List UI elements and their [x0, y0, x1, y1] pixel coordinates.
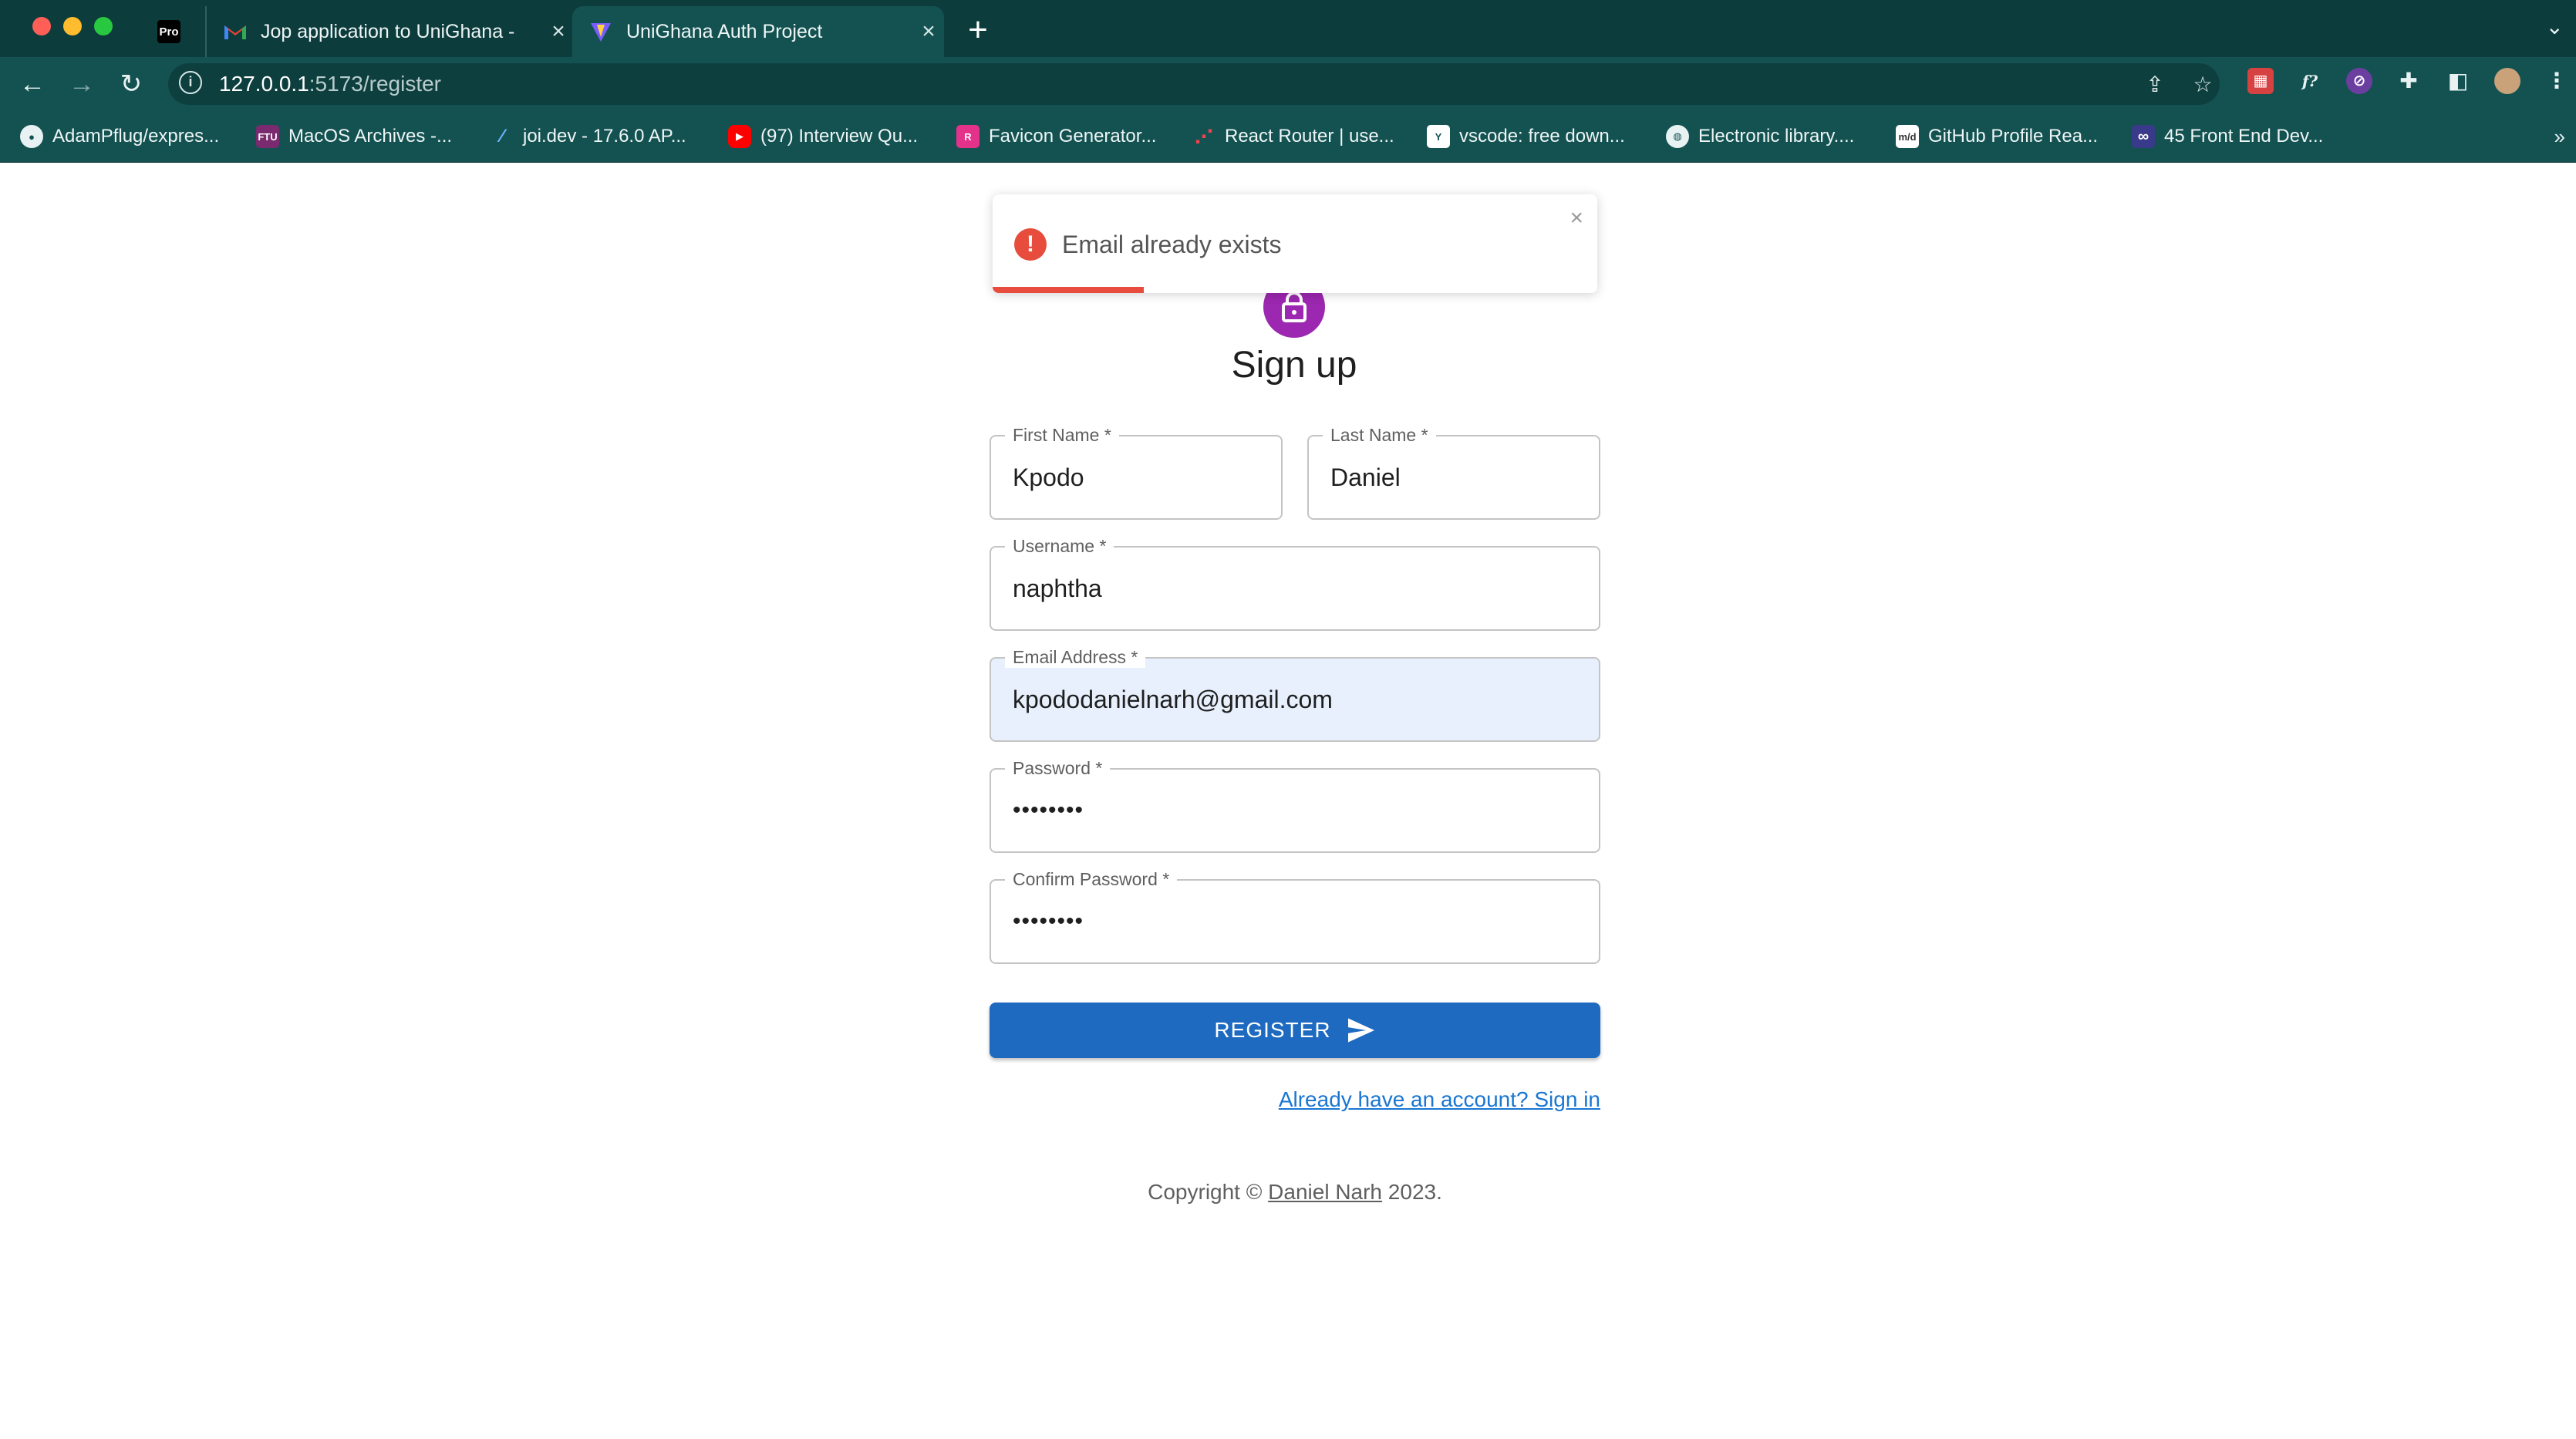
- window-close-button[interactable]: [32, 17, 51, 35]
- favicon-generator-icon: R: [956, 125, 979, 148]
- bookmark-item[interactable]: R Favicon Generator...: [956, 111, 1156, 162]
- side-panel-icon[interactable]: ◧: [2445, 68, 2471, 94]
- globe-icon: ◍: [1666, 125, 1689, 148]
- email-value: kpododanielnarh@gmail.com: [1013, 686, 1333, 713]
- register-button[interactable]: REGISTER: [990, 1003, 1600, 1058]
- forward-button[interactable]: →: [65, 67, 99, 101]
- error-toast[interactable]: ! Email already exists ×: [993, 194, 1597, 293]
- username-field[interactable]: Username * naphtha: [990, 535, 1600, 631]
- browser-tab-bar: Pro Jop application to UniGhana - × UniG…: [0, 0, 2576, 57]
- confirm-password-field[interactable]: Confirm Password * ••••••••: [990, 868, 1600, 964]
- reload-button[interactable]: ↻: [114, 67, 148, 101]
- last-name-field[interactable]: Last Name * Daniel: [1307, 424, 1600, 520]
- site-info-icon[interactable]: i: [179, 71, 202, 94]
- first-name-field[interactable]: First Name * Kpodo: [990, 424, 1283, 520]
- profile-avatar[interactable]: [2494, 68, 2520, 94]
- bookmark-item[interactable]: ∞ 45 Front End Dev...: [2132, 111, 2323, 162]
- bookmark-item[interactable]: m/d GitHub Profile Rea...: [1896, 111, 2098, 162]
- url-text: 127.0.0.1:5173/register: [219, 72, 441, 96]
- bookmark-item[interactable]: ⋰ React Router | use...: [1192, 111, 1394, 162]
- window-minimize-button[interactable]: [63, 17, 82, 35]
- register-button-label: REGISTER: [1214, 1018, 1331, 1042]
- last-name-value: Daniel: [1330, 463, 1401, 491]
- extension-red-icon[interactable]: ▦: [2247, 68, 2274, 94]
- toast-message: Email already exists: [1062, 231, 1282, 258]
- bookmark-item[interactable]: ● AdamPflug/expres...: [20, 111, 219, 162]
- extension-formula-icon[interactable]: f?: [2297, 68, 2323, 94]
- y-icon: Y: [1427, 125, 1450, 148]
- tab-title: Jop application to UniGhana -: [261, 20, 515, 42]
- signin-link[interactable]: Already have an account? Sign in: [1279, 1087, 1600, 1112]
- tab-gmail[interactable]: Jop application to UniGhana - ×: [205, 6, 574, 57]
- bookmark-item[interactable]: FTU MacOS Archives -...: [256, 111, 452, 162]
- page-title: Sign up: [1231, 345, 1357, 386]
- lock-icon: [1282, 292, 1307, 322]
- ftu-icon: FTU: [256, 125, 279, 148]
- extension-block-icon[interactable]: ⊘: [2346, 68, 2372, 94]
- bookmarks-overflow-icon[interactable]: »: [2554, 125, 2565, 149]
- markdown-icon: m/d: [1896, 125, 1919, 148]
- gmail-icon: [224, 20, 247, 43]
- extensions-puzzle-icon[interactable]: ✚: [2396, 68, 2422, 94]
- author-link[interactable]: Daniel Narh: [1268, 1180, 1382, 1204]
- confirm-password-value: ••••••••: [1013, 908, 1084, 934]
- vite-icon: [589, 20, 612, 43]
- browser-menu-icon[interactable]: ⋮: [2544, 68, 2570, 94]
- back-button[interactable]: ←: [15, 67, 49, 101]
- bookmark-star-icon[interactable]: ☆: [2190, 72, 2215, 97]
- address-bar[interactable]: i 127.0.0.1:5173/register ⇪ ☆: [168, 63, 2220, 105]
- youtube-icon: ▶: [728, 125, 751, 148]
- send-icon: [1347, 1018, 1374, 1043]
- pro-favicon-icon: Pro: [157, 20, 180, 43]
- bookmark-item[interactable]: ◍ Electronic library....: [1666, 111, 1854, 162]
- new-tab-button[interactable]: +: [963, 11, 993, 49]
- copyright-text: Copyright © Daniel Narh 2023.: [1148, 1180, 1442, 1204]
- toast-progress-bar: [993, 287, 1144, 293]
- joi-icon: ∕: [500, 126, 504, 147]
- password-value: ••••••••: [1013, 797, 1084, 823]
- tab-unighana[interactable]: UniGhana Auth Project ×: [572, 6, 944, 57]
- toast-close-icon[interactable]: ×: [1570, 205, 1583, 231]
- tab-title: UniGhana Auth Project: [626, 20, 823, 42]
- error-icon: !: [1014, 228, 1047, 261]
- browser-toolbar: ← → ↻ i 127.0.0.1:5173/register ⇪ ☆: [0, 57, 2576, 111]
- bookmarks-bar: ● AdamPflug/expres... FTU MacOS Archives…: [0, 111, 2576, 163]
- tab-pinned-pro[interactable]: Pro: [147, 6, 201, 57]
- bookmark-item[interactable]: Y vscode: free down...: [1427, 111, 1625, 162]
- share-icon[interactable]: ⇪: [2143, 72, 2167, 97]
- react-router-icon: ⋰: [1195, 126, 1213, 147]
- github-icon: ●: [20, 125, 43, 148]
- infinity-icon: ∞: [2132, 125, 2155, 148]
- tab-close-icon[interactable]: ×: [913, 19, 944, 45]
- first-name-value: Kpodo: [1013, 463, 1084, 491]
- email-field[interactable]: Email Address * kpododanielnarh@gmail.co…: [990, 646, 1600, 742]
- tab-close-icon[interactable]: ×: [543, 19, 574, 45]
- tab-search-chevron-icon[interactable]: ⌄: [2546, 14, 2564, 39]
- bookmark-item[interactable]: ▶ (97) Interview Qu...: [728, 111, 918, 162]
- username-value: naphtha: [1013, 575, 1102, 602]
- password-field[interactable]: Password * ••••••••: [990, 757, 1600, 853]
- window-zoom-button[interactable]: [94, 17, 113, 35]
- bookmark-item[interactable]: ∕ joi.dev - 17.6.0 AP...: [491, 111, 686, 162]
